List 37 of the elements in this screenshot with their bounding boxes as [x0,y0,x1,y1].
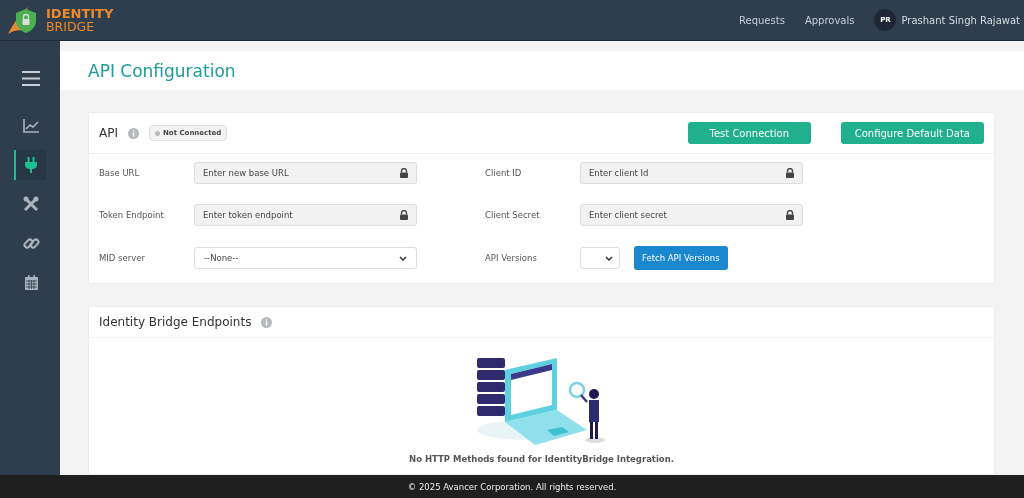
field-label: Base URL [99,168,141,179]
menu-icon[interactable] [22,70,40,86]
lock-icon [400,210,408,221]
field-label: API Versions [485,253,538,264]
input-field[interactable]: Enter client secret [580,204,803,227]
lock-icon [786,168,794,179]
logo-text: IDENTITY [46,7,114,20]
card-title: API [99,126,118,141]
footer-text: © 2025 Avancer Corporation. All rights reserved. [407,481,617,492]
input-field[interactable]: Enter new base URL [194,162,417,185]
input-field[interactable]: Enter token endpoint [194,204,417,227]
page-title: API Configuration [88,60,236,81]
nav-link[interactable]: Approvals [804,14,855,26]
input-field[interactable]: Enter client Id [580,162,803,185]
select-field[interactable] [580,247,620,270]
card-title: Identity Bridge Endpoints [99,315,252,330]
nav-link[interactable]: Requests [739,14,785,26]
lock-icon [400,168,408,179]
caret-icon [605,255,613,261]
caret-icon [399,255,407,261]
tools-icon[interactable] [23,196,39,212]
info-icon [128,127,139,139]
logo-text: BRIDGE [46,20,96,33]
sidebar-item[interactable] [14,150,46,180]
field-label: Token Endpoint [99,210,165,221]
info-icon [261,316,273,328]
empty-state-message: No HTTP Methods found for IdentityBridge Integration. [409,454,674,465]
fetch-button[interactable]: Fetch API Versions [634,246,728,271]
calendar-icon[interactable] [24,274,38,290]
lock-icon [786,210,794,221]
select-field[interactable]: --None-- [194,247,417,270]
line-chart-icon[interactable] [23,119,39,133]
user-name[interactable]: Prashant Singh Rajawat [901,14,1020,26]
field-label: Client ID [485,168,523,179]
field-label: Client Secret [485,210,541,221]
field-label: MID server [99,253,146,264]
plug-icon[interactable] [25,157,37,173]
